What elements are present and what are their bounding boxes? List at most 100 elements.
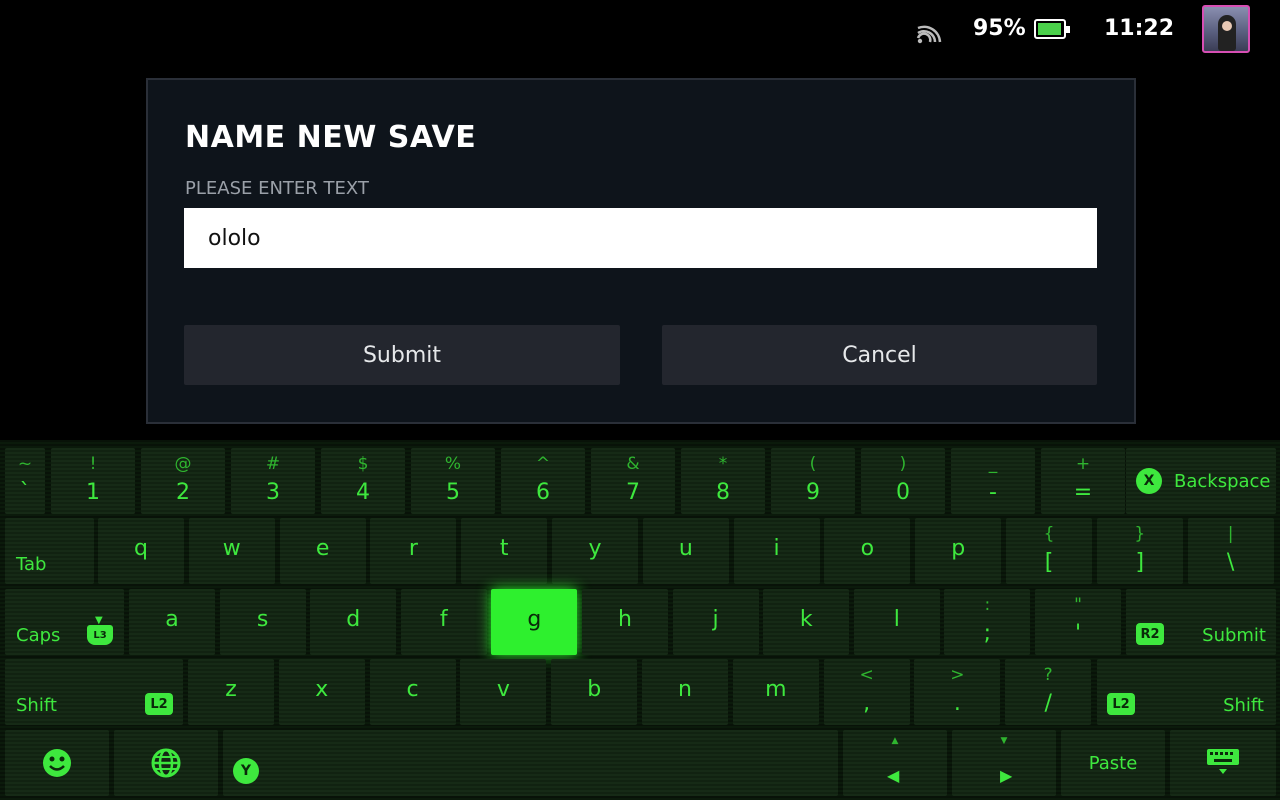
key-i[interactable]: i xyxy=(733,518,820,584)
x-button-icon: X xyxy=(1136,468,1162,494)
key-main-symbol: ; xyxy=(983,621,992,646)
key-7[interactable]: & 7 xyxy=(591,448,675,514)
key-main-symbol: 4 xyxy=(356,480,370,505)
key-0[interactable]: ) 0 xyxy=(861,448,945,514)
key-d[interactable]: d xyxy=(310,589,397,655)
key-5[interactable]: % 5 xyxy=(411,448,495,514)
key-k[interactable]: k xyxy=(763,589,850,655)
key-8[interactable]: * 8 xyxy=(681,448,765,514)
key-shift-symbol: % xyxy=(444,454,462,474)
key-z[interactable]: z xyxy=(188,659,274,725)
backspace-key[interactable]: X Backspace xyxy=(1126,448,1276,514)
key-x[interactable]: x xyxy=(278,659,365,725)
key-r[interactable]: r xyxy=(370,518,457,584)
key-main-symbol: p xyxy=(951,536,966,561)
keyboard-hide-key[interactable] xyxy=(1170,730,1276,796)
caps-label: Caps xyxy=(16,625,61,646)
key-y[interactable]: y xyxy=(552,518,638,584)
enter-submit-key[interactable]: R2 Submit xyxy=(1126,589,1276,655)
key-main-symbol: b xyxy=(587,677,602,702)
key-f[interactable]: f xyxy=(400,589,487,655)
cursor-left-key[interactable]: ▲ ◀ xyxy=(843,730,947,796)
key-4[interactable]: $4 xyxy=(321,448,405,514)
key-w[interactable]: w xyxy=(188,518,275,584)
battery-level xyxy=(1038,23,1061,35)
spacebar-key[interactable]: Y xyxy=(223,730,838,796)
key-h[interactable]: h xyxy=(582,589,668,655)
key-'[interactable]: " ' xyxy=(1035,589,1121,655)
key-q[interactable]: q xyxy=(98,518,184,584)
caps-key[interactable]: Caps L3 ▼ xyxy=(5,589,124,655)
key-main-symbol: j xyxy=(712,607,719,632)
key-main-symbol: g xyxy=(527,607,542,632)
key-t[interactable]: t xyxy=(461,518,548,584)
avatar-face xyxy=(1222,21,1232,31)
globe-icon xyxy=(114,748,218,783)
save-name-input[interactable] xyxy=(184,208,1097,268)
key-backslash[interactable]: | \ xyxy=(1187,518,1274,584)
key-e[interactable]: e xyxy=(279,518,366,584)
key-][interactable]: }] xyxy=(1096,518,1183,584)
key-s[interactable]: s xyxy=(219,589,306,655)
key-main-symbol: v xyxy=(496,677,510,702)
key-n[interactable]: n xyxy=(642,659,728,725)
key-c[interactable]: c xyxy=(369,659,456,725)
cancel-button[interactable]: Cancel xyxy=(662,325,1097,385)
tab-label: Tab xyxy=(16,554,47,575)
key-[[interactable]: {[ xyxy=(1006,518,1092,584)
left-arrow-icon: ◀ xyxy=(887,766,900,785)
key-l[interactable]: l xyxy=(853,589,940,655)
down-arrow-icon: ▼ xyxy=(1000,736,1008,746)
l2-trigger-icon: L2 xyxy=(1107,693,1135,715)
key-9[interactable]: (9 xyxy=(771,448,855,514)
key-2[interactable]: @2 xyxy=(141,448,225,514)
key-v[interactable]: v xyxy=(460,659,547,725)
wifi-icon xyxy=(916,25,942,44)
key-shift-symbol: : xyxy=(984,595,991,615)
key-main-symbol: / xyxy=(1044,691,1052,716)
key-u[interactable]: u xyxy=(642,518,729,584)
key-main-symbol: 5 xyxy=(446,480,460,505)
status-bar: 95% 11:22 xyxy=(0,0,1280,60)
shift-label: Shift xyxy=(1223,695,1264,716)
key-`[interactable]: ~ ` xyxy=(5,448,45,514)
key-main-symbol: . xyxy=(953,691,961,716)
l2-trigger-icon: L2 xyxy=(145,693,173,715)
key-.[interactable]: >. xyxy=(914,659,1001,725)
paste-label: Paste xyxy=(1088,753,1138,774)
key-main-symbol: n xyxy=(678,677,692,702)
key-g[interactable]: g xyxy=(491,589,578,655)
cursor-right-key[interactable]: ▼ ▶ xyxy=(952,730,1056,796)
key-=[interactable]: + = xyxy=(1041,448,1125,514)
emoji-key[interactable] xyxy=(5,730,109,796)
y-button-icon: Y xyxy=(233,758,259,784)
key-o[interactable]: o xyxy=(824,518,911,584)
key-shift-symbol: } xyxy=(1134,524,1146,544)
key--[interactable]: _ - xyxy=(951,448,1035,514)
key-3[interactable]: #3 xyxy=(231,448,315,514)
key-shift-symbol: _ xyxy=(988,454,998,474)
key-main-symbol: 9 xyxy=(806,480,820,505)
globe-key[interactable] xyxy=(114,730,218,796)
right-shift-key[interactable]: L2 Shift xyxy=(1097,659,1276,725)
key-shift-symbol: $ xyxy=(357,454,369,474)
submit-button[interactable]: Submit xyxy=(184,325,620,385)
key-j[interactable]: j xyxy=(672,589,759,655)
key-,[interactable]: <, xyxy=(823,659,910,725)
key-a[interactable]: a xyxy=(129,589,215,655)
virtual-keyboard: ~ `! 1 @2 #3 $4% 5 ^ 6 & 7 * 8(9) 0 _ - + = X Backspace Tab q… xyxy=(0,440,1280,800)
key-6[interactable]: ^ 6 xyxy=(501,448,585,514)
tab-key[interactable]: Tab xyxy=(5,518,94,584)
key-main-symbol: z xyxy=(225,677,237,702)
key-;[interactable]: :; xyxy=(944,589,1031,655)
key-b[interactable]: b xyxy=(551,659,638,725)
key-p[interactable]: p xyxy=(915,518,1002,584)
key-main-symbol: e xyxy=(315,536,330,561)
avatar[interactable] xyxy=(1202,5,1250,53)
key-1[interactable]: ! 1 xyxy=(51,448,135,514)
key-m[interactable]: m xyxy=(732,659,819,725)
left-shift-key[interactable]: Shift L2 xyxy=(5,659,183,725)
key-/[interactable]: ? / xyxy=(1005,659,1092,725)
key-main-symbol: c xyxy=(406,677,419,702)
paste-key[interactable]: Paste xyxy=(1061,730,1165,796)
